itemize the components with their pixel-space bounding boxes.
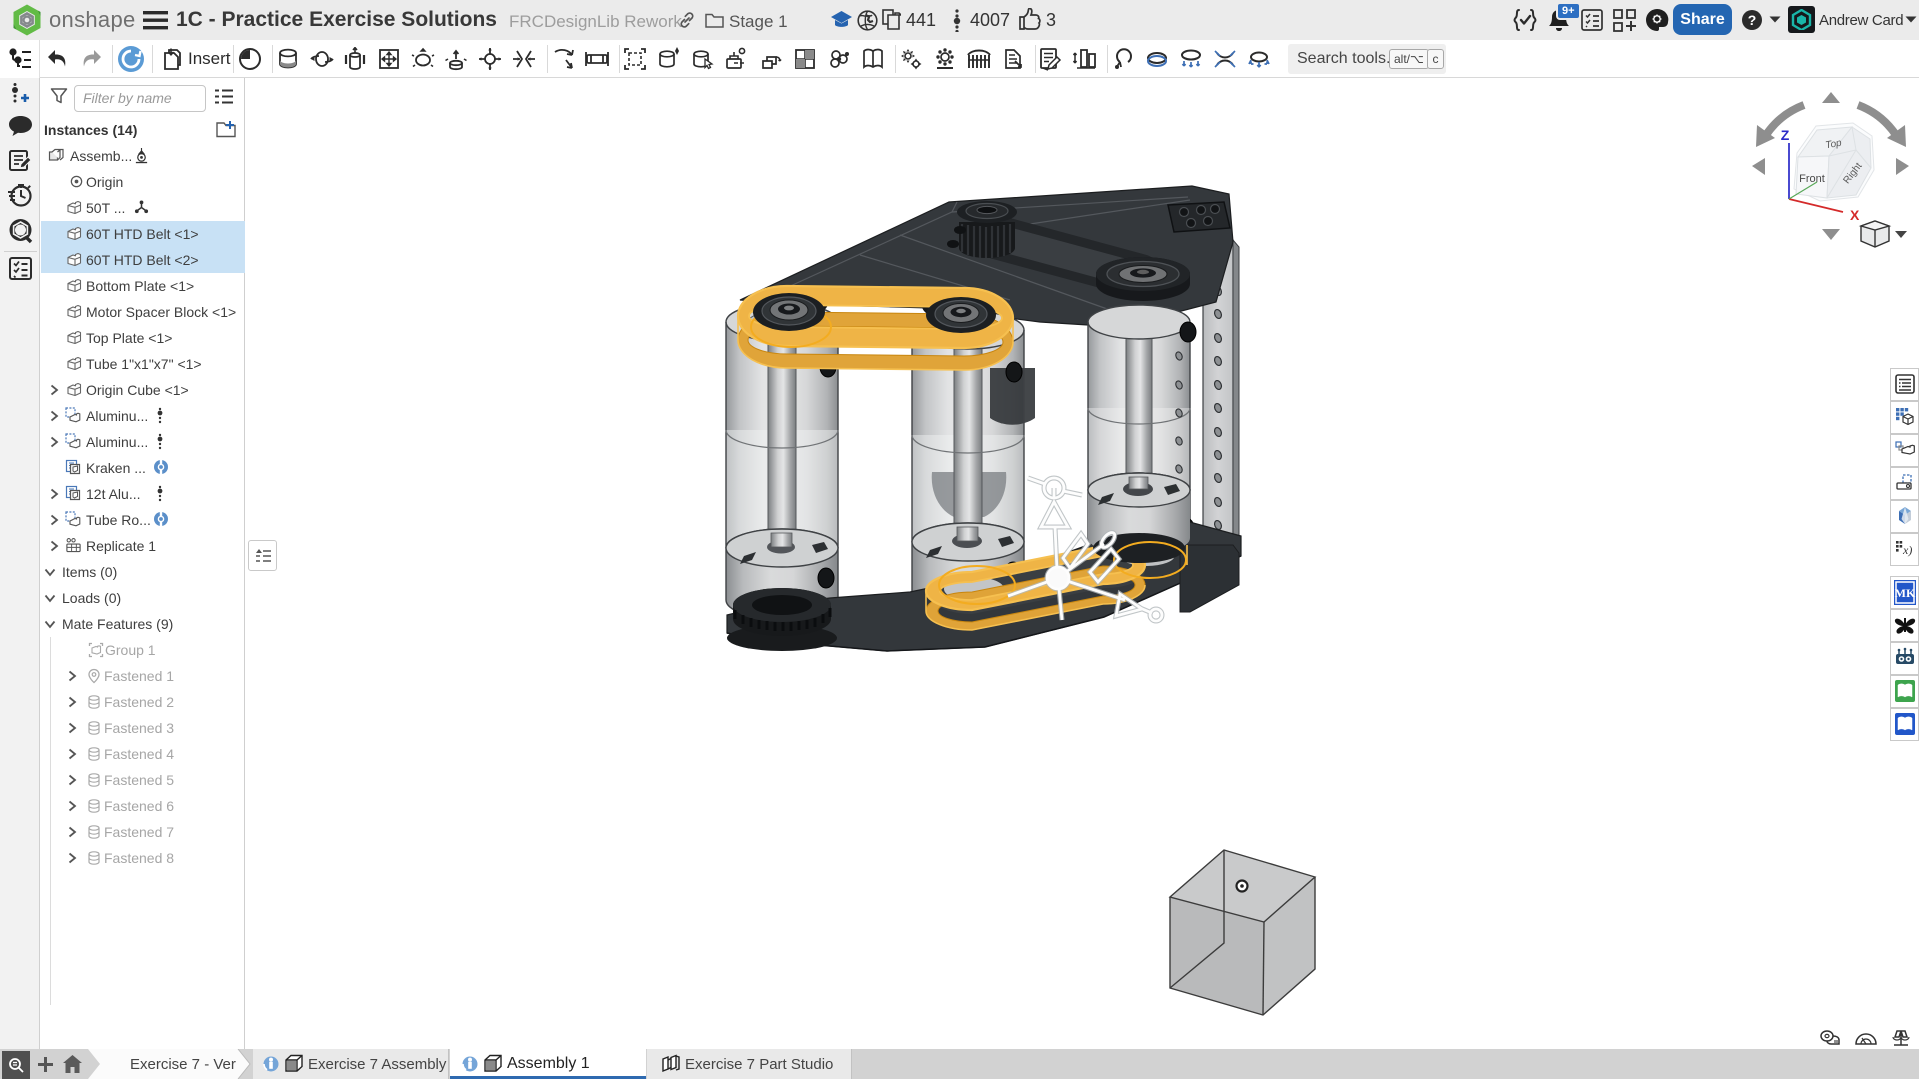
svg-text:?: ? (1748, 12, 1757, 28)
svg-text:Front: Front (1799, 173, 1825, 185)
svg-text:MK: MK (1895, 586, 1916, 600)
svg-text:X: X (1850, 207, 1860, 223)
svg-text:Z: Z (1781, 127, 1790, 143)
svg-text:x): x) (1902, 543, 1912, 557)
